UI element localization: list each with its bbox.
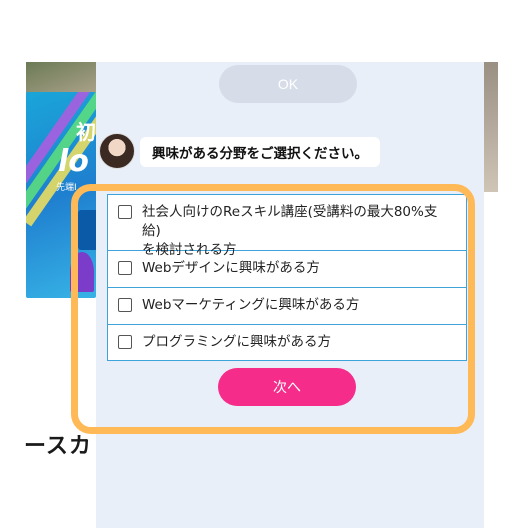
highlight-frame [71, 184, 475, 434]
background-photo-right [484, 62, 498, 192]
banner-text-2: lo [58, 144, 89, 179]
question-bubble: 興味がある分野をご選択ください。 [140, 137, 380, 167]
avatar [99, 133, 135, 169]
background-section-heading: ースカ [24, 434, 92, 459]
banner-text-3: 先端I [56, 183, 77, 193]
banner-text-1: 初 [76, 120, 96, 144]
ok-button[interactable]: OK [219, 65, 357, 103]
question-text: 興味がある分野をご選択ください。 [152, 146, 368, 162]
